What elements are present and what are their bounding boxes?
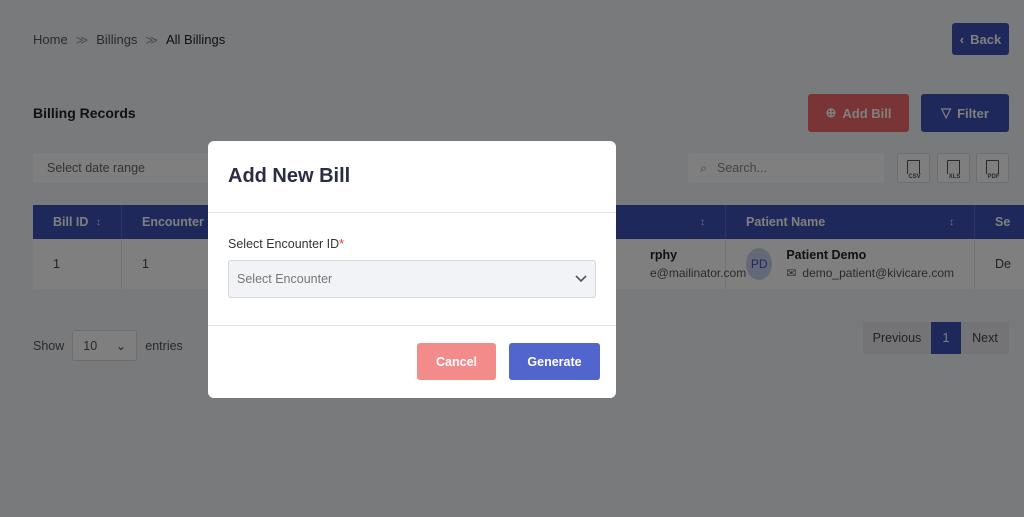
chevron-down-icon [575, 275, 587, 283]
required-mark: * [339, 237, 345, 251]
modal-footer: Cancel Generate [208, 326, 616, 398]
modal-body: Select Encounter ID* Select Encounter [208, 213, 616, 326]
encounter-select[interactable]: Select Encounter [228, 260, 596, 298]
add-bill-modal: Add New Bill Select Encounter ID* Select… [208, 141, 616, 398]
modal-title: Add New Bill [228, 165, 351, 187]
cancel-button[interactable]: Cancel [417, 343, 496, 380]
modal-header: Add New Bill [208, 141, 616, 213]
generate-button[interactable]: Generate [509, 343, 600, 380]
encounter-field-label: Select Encounter ID* [228, 237, 345, 251]
encounter-select-placeholder: Select Encounter [237, 272, 333, 286]
